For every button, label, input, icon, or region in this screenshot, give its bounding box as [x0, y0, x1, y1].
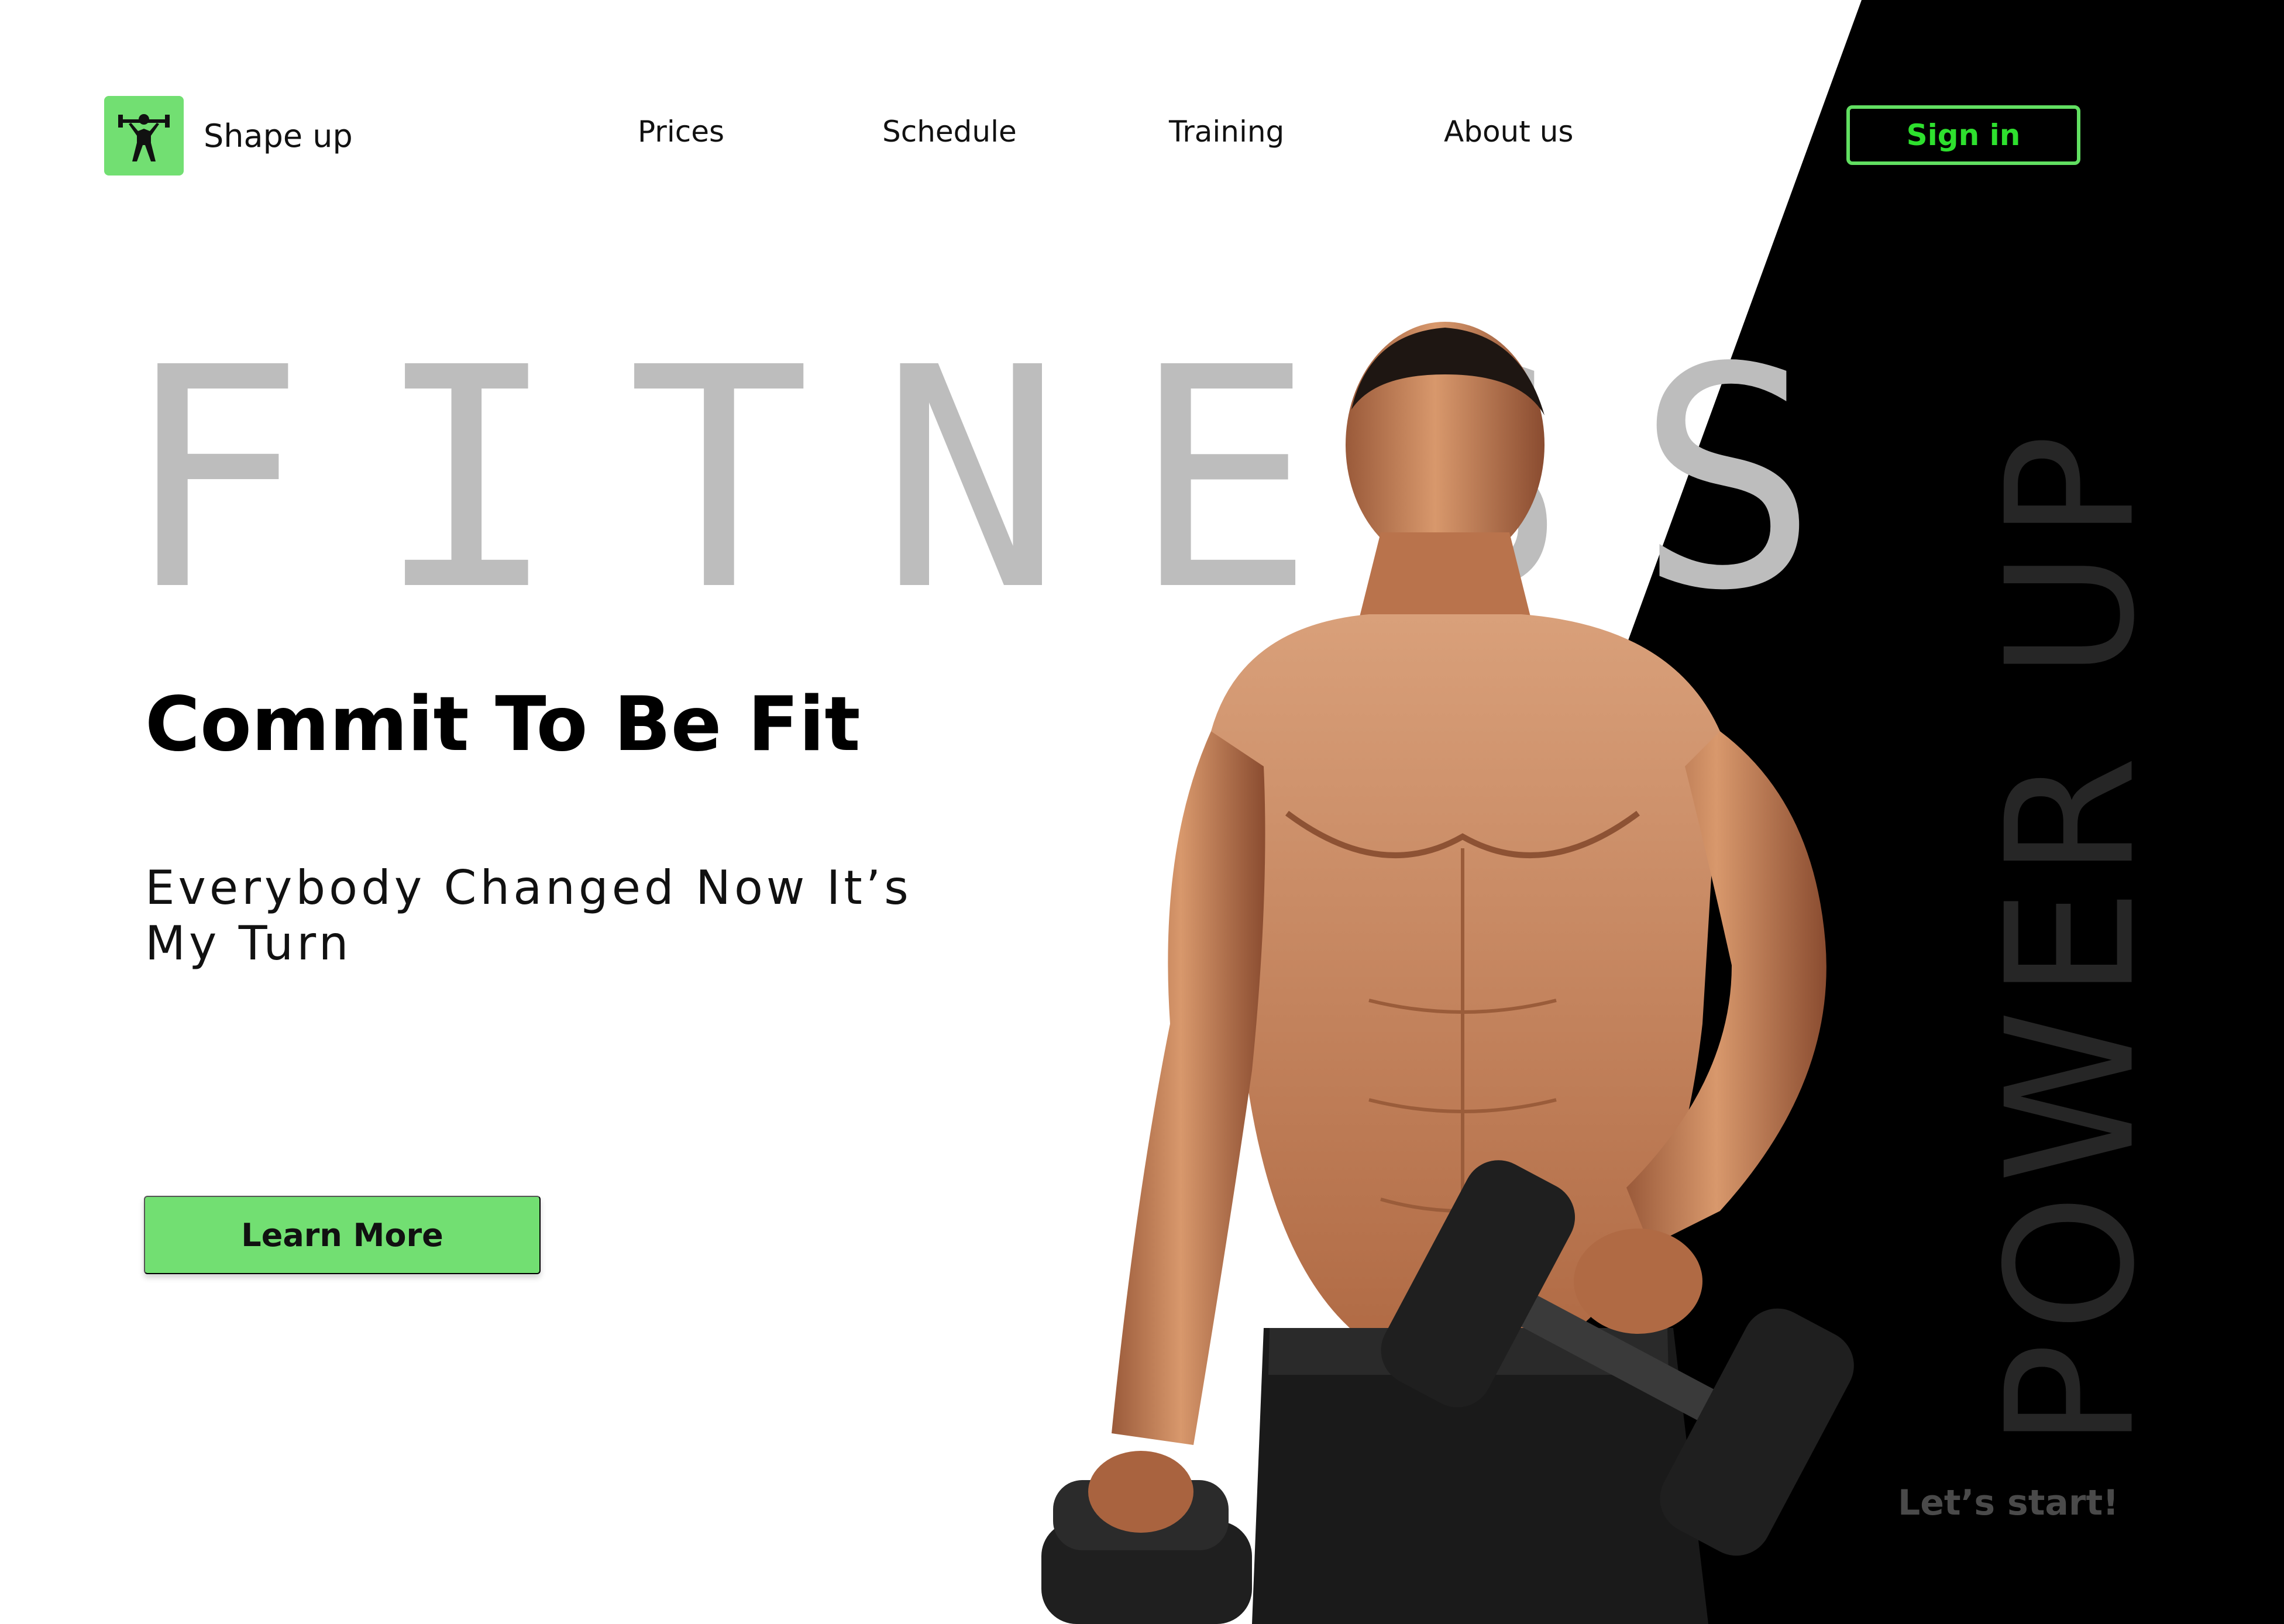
lets-start-link[interactable]: Let’s start! — [1898, 1482, 2119, 1523]
hero-subline: Everybody Changed Now It’s My Turn — [145, 861, 912, 971]
nav-item-schedule[interactable]: Schedule — [882, 115, 1017, 149]
hero-headline: Commit To Be Fit — [145, 680, 861, 768]
nav-item-about-us[interactable]: About us — [1444, 115, 1573, 149]
nav-item-prices[interactable]: Prices — [638, 115, 724, 149]
athlete-image — [1041, 322, 1854, 1624]
vertical-power-up-text: POWER UP — [1969, 424, 2173, 1448]
nav-item-training[interactable]: Training — [1169, 115, 1284, 149]
sign-in-button[interactable]: Sign in — [1846, 105, 2080, 165]
landing-page: Shape up Prices Schedule Training About … — [0, 0, 2284, 1624]
learn-more-button[interactable]: Learn More — [144, 1196, 541, 1274]
